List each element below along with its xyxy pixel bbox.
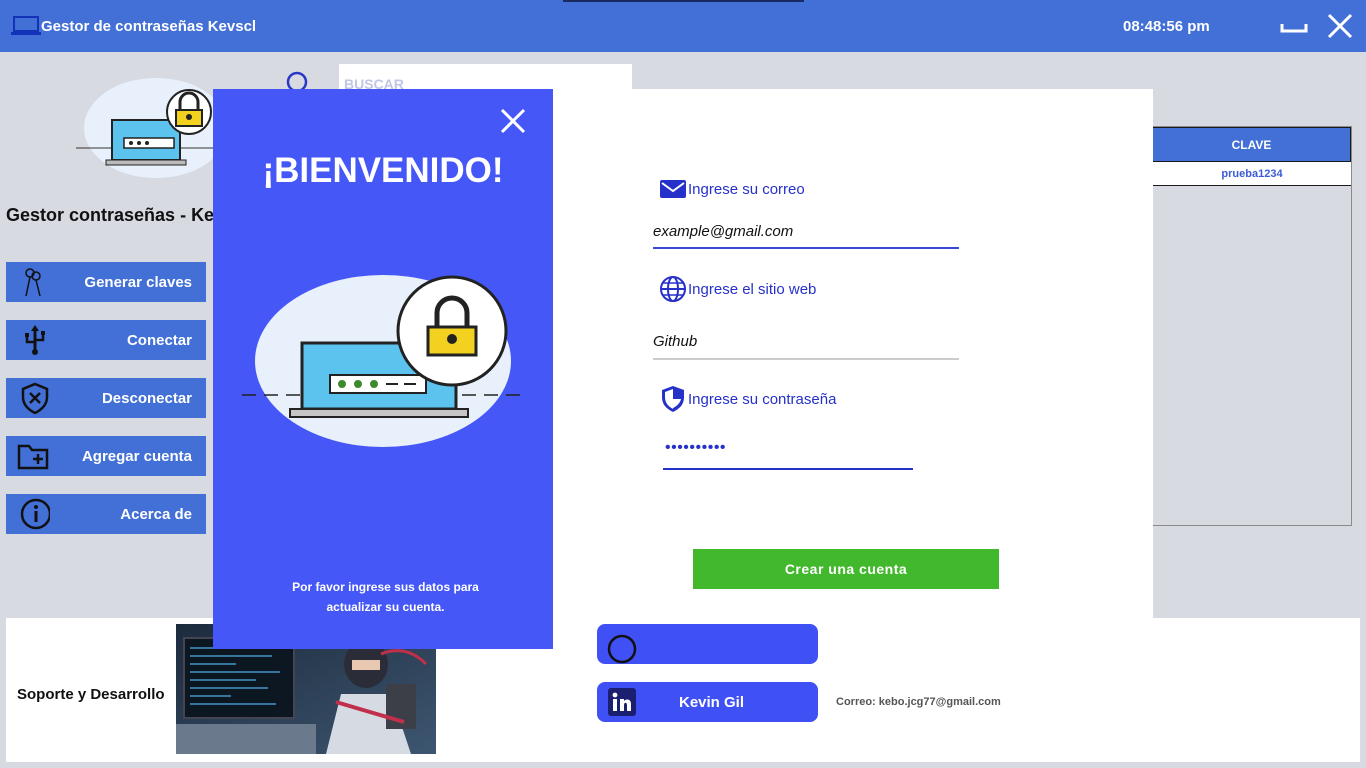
connect-label: Conectar: [126, 332, 192, 349]
connect-button[interactable]: Conectar: [6, 320, 206, 360]
shield-icon: [662, 386, 684, 412]
account-form: Ingrese su correo Ingrese el sitio web I…: [553, 89, 1153, 619]
about-button[interactable]: Acerca de: [6, 494, 206, 534]
usb-icon: [25, 325, 45, 355]
add-account-label: Agregar cuenta: [81, 448, 192, 465]
update-note-line1: Por favor ingrese sus datos para: [292, 580, 479, 594]
linkedin-button[interactable]: Kevin Gil: [597, 682, 818, 722]
title-bar: Gestor de contraseñas Kevscl 08:48:56 pm: [0, 0, 1366, 52]
contact-email: Correo: kebo.jcg77@gmail.com: [836, 696, 1001, 708]
create-account-button[interactable]: Crear una cuenta: [693, 549, 999, 589]
add-account-button[interactable]: Agregar cuenta: [6, 436, 206, 476]
disconnect-label: Desconectar: [101, 390, 192, 407]
support-label: Soporte y Desarrollo: [17, 686, 165, 703]
laptop-icon: [11, 16, 41, 35]
minimize-icon[interactable]: [1278, 14, 1310, 36]
folder-plus-icon: [17, 444, 49, 470]
update-note-line2: actualizar su cuenta.: [326, 600, 445, 614]
welcome-panel: ¡BIENVENIDO! Por favor ingrese sus datos…: [213, 89, 553, 649]
window-title: Gestor de contraseñas Kevscl: [41, 18, 257, 35]
column-header-clave[interactable]: CLAVE: [1153, 127, 1351, 162]
email-underline: [653, 247, 959, 249]
security-illustration: [242, 275, 524, 447]
password-label: Ingrese su contraseña: [688, 391, 837, 408]
footer: Soporte y Desarrollo Kevin Gil Correo: k…: [6, 618, 1360, 762]
generate-keys-button[interactable]: Generar claves: [6, 262, 206, 302]
password-underline: [663, 468, 913, 470]
update-note: Por favor ingrese sus datos para actuali…: [253, 577, 518, 617]
close-icon[interactable]: [1326, 12, 1354, 40]
keys-icon: [25, 268, 41, 297]
app-logo: [76, 78, 236, 178]
linkedin-name: Kevin Gil: [679, 694, 745, 711]
github-icon: [607, 634, 637, 664]
table-row[interactable]: prueba1234: [1153, 162, 1351, 186]
welcome-heading: ¡BIENVENIDO!: [262, 151, 504, 190]
sidebar-title: Gestor contraseñas - Kevscl: [6, 205, 213, 225]
accounts-table: CLAVE prueba1234: [1153, 126, 1352, 526]
email-label: Ingrese su correo: [688, 181, 805, 198]
close-icon[interactable]: [498, 106, 528, 136]
social-link-button[interactable]: [597, 624, 818, 664]
linkedin-icon: [608, 688, 636, 716]
website-underline: [653, 358, 959, 360]
mail-icon: [660, 180, 686, 198]
disconnect-button[interactable]: Desconectar: [6, 378, 206, 418]
generate-keys-label: Generar claves: [84, 274, 192, 291]
about-label: Acerca de: [120, 506, 192, 523]
website-field[interactable]: [653, 329, 959, 353]
title-bar-accent: [563, 0, 804, 2]
shield-x-icon: [21, 382, 49, 414]
globe-icon: [660, 276, 686, 302]
email-field[interactable]: [653, 219, 959, 243]
password-field[interactable]: ••••••••••: [665, 439, 913, 463]
clock: 08:48:56 pm: [1123, 18, 1210, 35]
info-icon: [20, 498, 50, 530]
website-label: Ingrese el sitio web: [688, 281, 817, 298]
